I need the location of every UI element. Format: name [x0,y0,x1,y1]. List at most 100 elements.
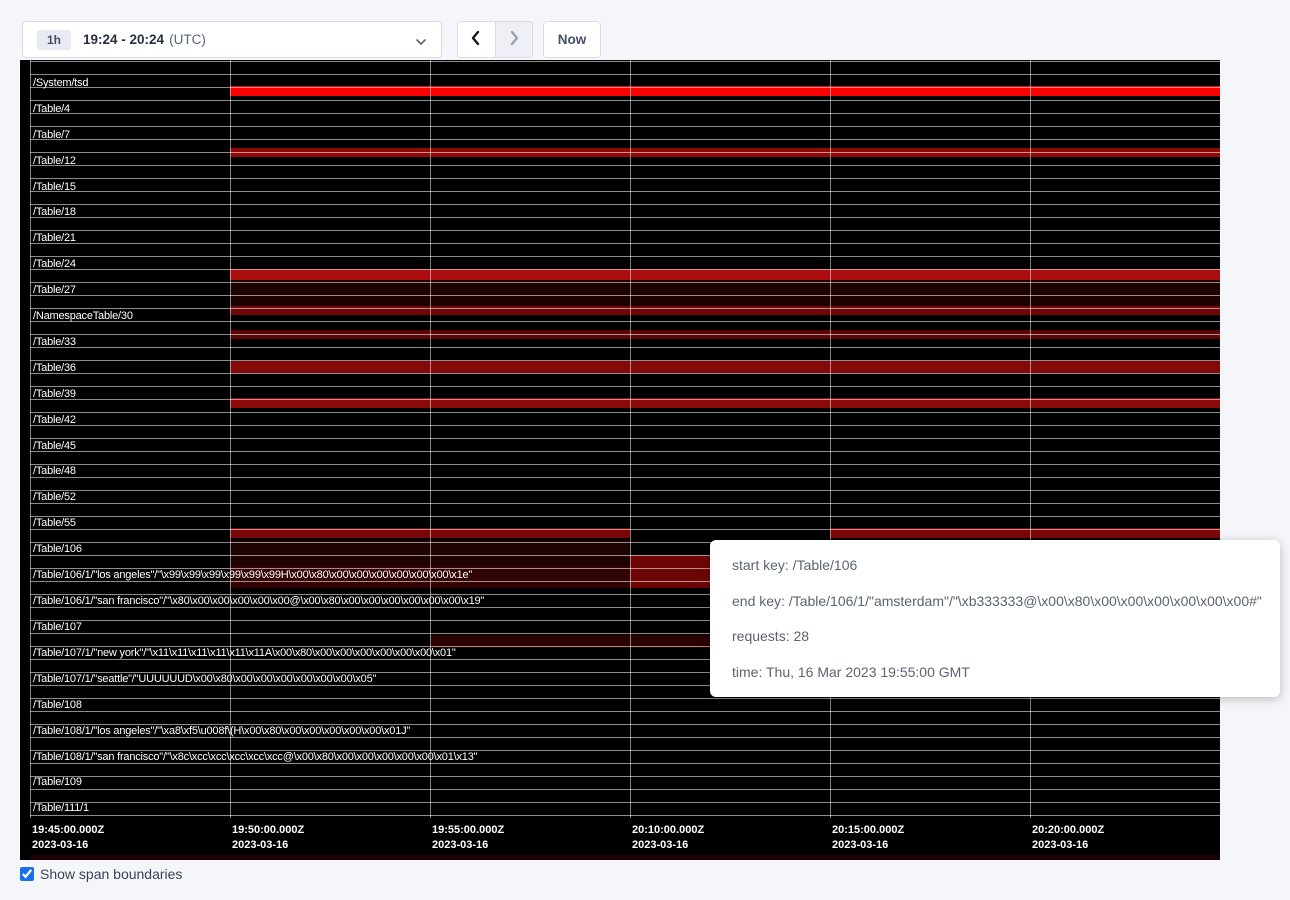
time-grid-line [1030,60,1031,818]
row-label: /Table/21 [33,232,76,244]
axis-tick-label: 20:15:00.000Z2023-03-16 [832,823,904,853]
row-label: /Table/108 [33,699,82,711]
time-range-timezone: (UTC) [169,32,206,47]
tooltip-end-key: end key: /Table/106/1/"amsterdam"/"\xb33… [732,591,1258,611]
span-boundary-line [30,737,1220,738]
span-boundary-line [30,373,1220,374]
row-label: /Table/4 [33,103,70,115]
row-label: /NamespaceTable/30 [33,310,133,322]
chevron-right-icon [507,30,521,49]
span-boundary-line [30,477,1220,478]
tooltip-requests: requests: 28 [732,626,1258,646]
span-boundary-line [30,178,1220,179]
span-boundary-line [30,386,1220,387]
axis-tick-label: 19:55:00.000Z2023-03-16 [432,823,504,853]
row-label: /Table/27 [33,284,76,296]
row-label: /Table/18 [33,206,76,218]
axis-tick-label: 19:45:00.000Z2023-03-16 [32,823,104,853]
span-boundary-line [30,347,1220,348]
span-boundary-line [30,763,1220,764]
span-boundary-line [30,165,1220,166]
span-boundary-line [30,87,1220,88]
span-boundary-line [30,698,1220,699]
span-boundary-line [30,490,1220,491]
toolbar: 1h 19:24 - 20:24 (UTC) Now [0,0,1290,60]
axis-tick-label: 19:50:00.000Z2023-03-16 [232,823,304,853]
span-boundary-line [30,360,1220,361]
row-label: /System/tsd [33,77,88,89]
span-boundary-line [30,269,1220,270]
row-label: /Table/108/1/"los angeles"/"\xa8\xf5\u00… [33,725,410,737]
now-button[interactable]: Now [543,21,601,58]
span-boundary-line [30,802,1220,803]
previous-interval-button[interactable] [458,22,495,57]
span-boundary-line [30,191,1220,192]
row-label: /Table/107/1/"new york"/"\x11\x11\x11\x1… [33,647,456,659]
span-boundary-line [30,321,1220,322]
time-range-label: 19:24 - 20:24 [83,32,164,47]
row-label: /Table/45 [33,440,76,452]
axis-tick-label: 20:20:00.000Z2023-03-16 [1032,823,1104,853]
row-label: /Table/42 [33,414,76,426]
span-boundary-line [30,295,1220,296]
span-tooltip: start key: /Table/106 end key: /Table/10… [710,540,1280,697]
time-grid-line [430,60,431,818]
heat-band [230,269,1220,280]
row-label: /Table/106/1/"los angeles"/"\x99\x99\x99… [33,569,472,581]
tooltip-start-key: start key: /Table/106 [732,555,1258,575]
row-label: /Table/107/1/"seattle"/"UUUUUUD\x00\x80\… [33,673,376,685]
row-label: /Table/48 [33,465,76,477]
span-boundary-line [30,113,1220,114]
span-boundary-line [30,464,1220,465]
span-boundary-line [30,529,1220,530]
span-boundary-line [30,74,1220,75]
row-label: /Table/111/1 [33,802,89,814]
row-label: /Table/12 [33,155,76,167]
span-boundary-line [30,815,1220,816]
span-boundary-line [30,100,1220,101]
span-boundary-line [30,243,1220,244]
axis-tick-label: 20:10:00.000Z2023-03-16 [632,823,704,853]
span-boundary-line [30,217,1220,218]
span-boundary-line [30,282,1220,283]
chevron-left-icon [469,30,483,49]
next-interval-button[interactable] [495,22,532,57]
heat-band [30,855,1220,860]
row-label: /Table/106/1/"san francisco"/"\x80\x00\x… [33,595,484,607]
span-boundary-line [30,503,1220,504]
span-boundary-line [30,126,1220,127]
time-grid-line [630,60,631,818]
span-boundary-line [30,61,1220,62]
show-span-boundaries-checkbox[interactable] [20,867,34,881]
span-boundary-line [30,516,1220,517]
span-boundary-line [30,308,1220,309]
time-nav-group [457,21,533,58]
span-boundary-line [30,256,1220,257]
row-label: /Table/15 [33,181,76,193]
row-label: /Table/24 [33,258,76,270]
time-range-badge: 1h [37,30,71,50]
heat-band [230,361,1220,373]
tooltip-time: time: Thu, 16 Mar 2023 19:55:00 GMT [732,662,1258,682]
chevron-down-icon [415,35,427,53]
heat-band [230,280,1220,306]
show-span-boundaries-row: Show span boundaries [20,866,182,882]
key-visualizer-heatmap[interactable]: /System/tsd/Table/4/Table/7/Table/12/Tab… [20,60,1220,860]
row-label: /Table/39 [33,388,76,400]
row-label: /Table/107 [33,621,82,633]
span-boundary-line [30,204,1220,205]
span-boundary-line [30,139,1220,140]
span-boundary-line [30,425,1220,426]
span-boundary-line [30,152,1220,153]
row-label: /Table/109 [33,776,82,788]
row-label: /Table/106 [33,543,82,555]
span-boundary-line [30,711,1220,712]
time-range-select[interactable]: 1h 19:24 - 20:24 (UTC) [22,21,442,58]
row-label: /Table/55 [33,517,76,529]
row-label: /Table/7 [33,129,70,141]
span-boundary-line [30,776,1220,777]
time-grid-line [30,60,31,818]
row-label: /Table/33 [33,336,76,348]
span-boundary-line [30,230,1220,231]
span-boundary-line [30,399,1220,400]
